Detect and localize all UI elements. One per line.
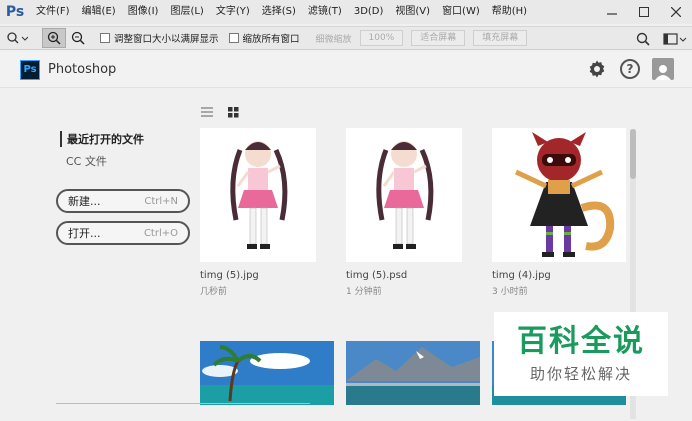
file-thumbnail[interactable] bbox=[200, 128, 316, 262]
app-logo: Ps bbox=[5, 4, 25, 20]
file-thumbnail[interactable] bbox=[346, 341, 480, 405]
options-right bbox=[628, 27, 692, 51]
fill-screen-button[interactable]: 填充屏幕 bbox=[473, 30, 528, 46]
list-view-icon[interactable] bbox=[200, 105, 214, 119]
header-icons: ? bbox=[586, 58, 674, 80]
help-icon[interactable]: ? bbox=[620, 59, 640, 79]
menu-layer[interactable]: 图层(L) bbox=[164, 0, 209, 24]
file-thumbnail[interactable] bbox=[200, 341, 334, 405]
zoom-tool-preset[interactable] bbox=[0, 28, 34, 48]
maximize-icon[interactable] bbox=[628, 0, 660, 24]
scrubby-zoom-label[interactable]: 细微缩放 bbox=[316, 32, 352, 45]
menu-filter[interactable]: 滤镜(T) bbox=[302, 0, 348, 24]
search-icon[interactable] bbox=[628, 29, 658, 49]
close-icon[interactable] bbox=[660, 0, 692, 24]
file-time: 几秒前 bbox=[200, 287, 228, 297]
watermark-title: 百科全说 bbox=[517, 323, 645, 359]
menu-select[interactable]: 选择(S) bbox=[256, 0, 302, 24]
photoshop-window: Ps 文件(F) 编辑(E) 图像(I) 图层(L) 文字(Y) 选择(S) 滤… bbox=[0, 0, 692, 421]
app-name: Photoshop bbox=[48, 62, 117, 77]
new-button-label: 新建... bbox=[68, 195, 101, 208]
menu-3d[interactable]: 3D(D) bbox=[348, 0, 390, 24]
divider bbox=[56, 403, 310, 404]
menu-type[interactable]: 文字(Y) bbox=[210, 0, 256, 24]
file-name: timg (5).psd bbox=[346, 270, 408, 281]
watermark: 百科全说 助你轻松解决 bbox=[494, 312, 668, 396]
menu-help[interactable]: 帮助(H) bbox=[486, 0, 533, 24]
checkbox-box[interactable] bbox=[100, 33, 110, 43]
window-controls bbox=[596, 0, 692, 24]
left-panel: 最近打开的文件 CC 文件 新建... Ctrl+N 打开... Ctrl+O bbox=[0, 89, 200, 421]
file-thumbnail[interactable] bbox=[492, 128, 626, 262]
workspace-switcher-icon[interactable] bbox=[658, 29, 692, 49]
zoom-out-icon[interactable] bbox=[66, 28, 90, 48]
gear-icon[interactable] bbox=[586, 58, 608, 80]
file-card[interactable]: timg (5).jpg 几秒前 bbox=[200, 128, 316, 297]
menu-image[interactable]: 图像(I) bbox=[122, 0, 165, 24]
file-name: timg (4).jpg bbox=[492, 270, 551, 281]
menu-file[interactable]: 文件(F) bbox=[30, 0, 76, 24]
zoom-all-checkbox[interactable]: 缩放所有窗口 bbox=[228, 31, 300, 45]
ps-app-icon: Ps bbox=[20, 59, 40, 80]
menu-bar: Ps 文件(F) 编辑(E) 图像(I) 图层(L) 文字(Y) 选择(S) 滤… bbox=[0, 0, 692, 24]
open-button-shortcut: Ctrl+O bbox=[143, 227, 178, 239]
open-button-label: 打开... bbox=[68, 227, 101, 240]
file-time: 3 小时前 bbox=[492, 287, 528, 297]
grid-view-icon[interactable] bbox=[226, 105, 240, 119]
minimize-icon[interactable] bbox=[596, 0, 628, 24]
resize-windows-checkbox[interactable]: 调整窗口大小以满屏显示 bbox=[100, 31, 219, 45]
menu-window[interactable]: 窗口(W) bbox=[436, 0, 486, 24]
view-toggle bbox=[200, 105, 240, 119]
nav-cc-files[interactable]: CC 文件 bbox=[66, 153, 107, 169]
file-thumbnail[interactable] bbox=[346, 128, 462, 262]
file-card[interactable]: timg (5).psd 1 分钟前 bbox=[346, 128, 462, 297]
file-time: 1 分钟前 bbox=[346, 287, 382, 297]
home-header: Ps Photoshop ? bbox=[0, 52, 692, 88]
zoom-all-label: 缩放所有窗口 bbox=[242, 34, 300, 45]
open-button[interactable]: 打开... Ctrl+O bbox=[56, 221, 190, 245]
menu-view[interactable]: 视图(V) bbox=[389, 0, 436, 24]
scrollbar-thumb[interactable] bbox=[630, 129, 636, 179]
new-button-shortcut: Ctrl+N bbox=[144, 195, 178, 207]
file-card[interactable]: timg (4).jpg 3 小时前 bbox=[492, 128, 626, 297]
file-name: timg (5).jpg bbox=[200, 270, 259, 281]
checkbox-box[interactable] bbox=[228, 33, 239, 43]
options-bar: 调整窗口大小以满屏显示 缩放所有窗口 细微缩放 100% 适合屏幕 填充屏幕 bbox=[0, 26, 692, 50]
nav-recent-files[interactable]: 最近打开的文件 bbox=[60, 131, 144, 147]
zoom-100-button[interactable]: 100% bbox=[359, 30, 404, 46]
menu-edit[interactable]: 编辑(E) bbox=[76, 0, 122, 24]
fit-screen-button[interactable]: 适合屏幕 bbox=[411, 30, 466, 46]
zoom-in-icon[interactable] bbox=[42, 28, 66, 48]
watermark-subtitle: 助你轻松解决 bbox=[529, 364, 632, 383]
resize-windows-label: 调整窗口大小以满屏显示 bbox=[114, 34, 219, 45]
avatar[interactable] bbox=[652, 58, 674, 80]
new-button[interactable]: 新建... Ctrl+N bbox=[56, 189, 190, 213]
